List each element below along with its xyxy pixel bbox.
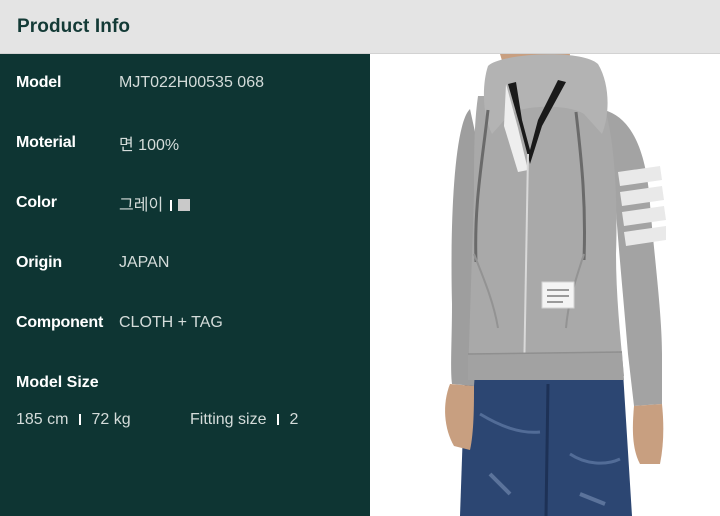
material-label: Moterial [16,134,76,151]
info-row-component: Component CLOTH + TAG [16,313,223,333]
component-value: CLOTH + TAG [119,314,223,331]
origin-label: Origin [16,254,62,271]
fitting-divider [277,414,280,425]
model-height: 185 cm [16,411,69,428]
info-row-origin: Origin JAPAN [16,253,169,273]
model-weight: 72 kg [91,411,131,428]
product-photo [370,54,720,516]
hoodie-model-illustration [445,54,666,516]
product-info-header: Product Info [0,0,720,54]
fitting-size-value: 2 [289,411,299,428]
color-name: 그레이 [119,197,164,214]
fitting-size: Fitting size 2 [190,411,298,429]
page-title: Product Info [17,16,131,37]
fitting-size-label: Fitting size [190,411,267,428]
model-size-title: Model Size [16,374,99,391]
info-row-material: Moterial 면 100% [16,133,180,154]
model-size-body: 185 cm 72 kg [16,411,131,429]
origin-value: JAPAN [119,254,170,271]
component-label: Component [16,314,104,331]
product-info-panel [0,54,370,516]
color-label: Color [16,194,57,211]
model-value: MJT022H00535 068 [119,74,264,91]
material-value: 면 100% [119,137,180,154]
color-value: 그레이 [119,191,191,215]
color-swatch [178,199,191,211]
size-divider [79,414,82,425]
info-row-model: Model MJT022H00535 068 [16,73,264,93]
color-divider [170,200,173,211]
info-row-color: Color 그레이 [16,191,191,215]
model-label: Model [16,74,62,91]
